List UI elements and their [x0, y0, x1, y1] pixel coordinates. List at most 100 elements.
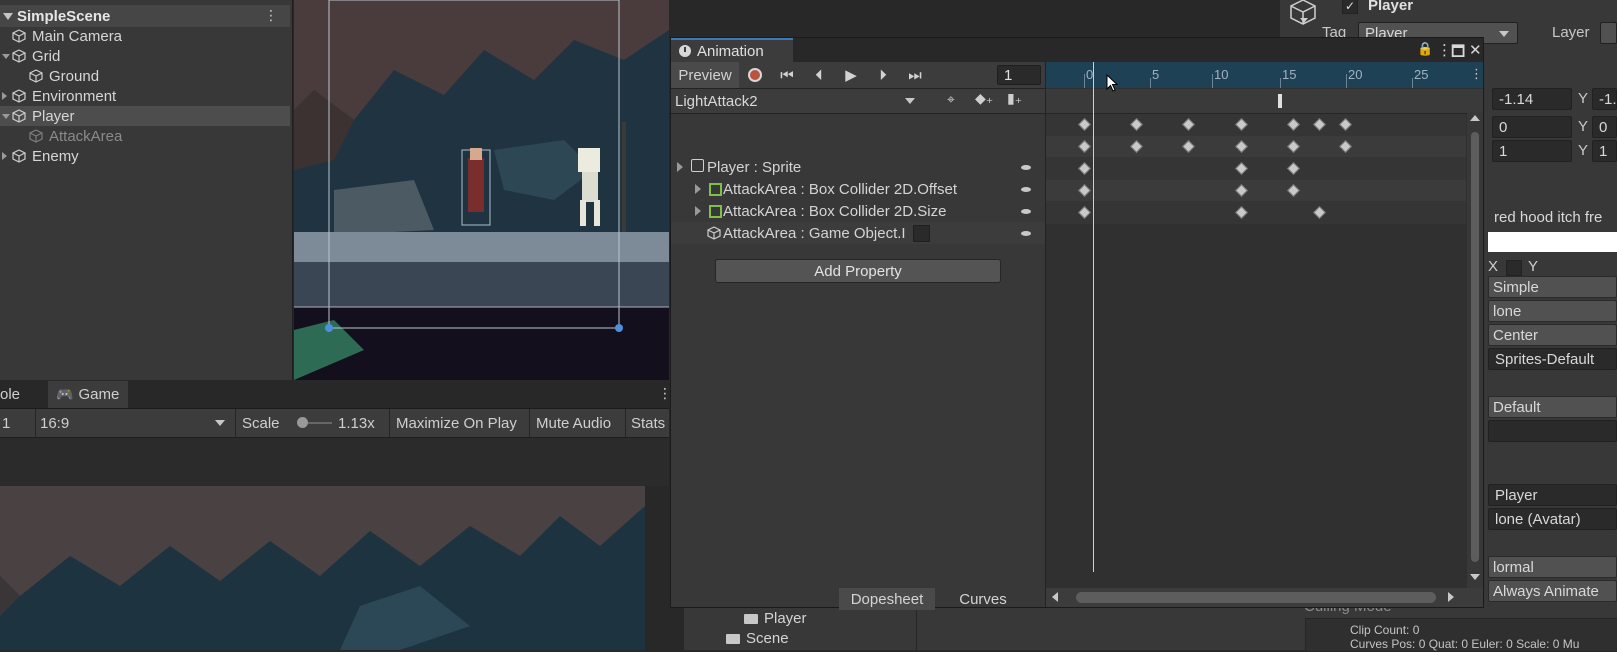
avatar-field[interactable]: lone (Avatar) — [1488, 508, 1617, 530]
tab-curves[interactable]: Curves — [935, 588, 1031, 610]
rotation-x-field[interactable]: 0 — [1492, 116, 1572, 138]
scale-x-field[interactable]: 1 — [1492, 140, 1572, 162]
expand-arrow-icon[interactable] — [695, 184, 701, 194]
object-name-field[interactable]: Player — [1368, 0, 1413, 14]
hierarchy-item-grid[interactable]: Grid — [2, 46, 60, 66]
last-keyframe-button[interactable]: ⏭ — [899, 62, 931, 88]
keyframe[interactable] — [1078, 118, 1091, 131]
property-row-gameobject-active[interactable]: AttackArea : Game Object.I — [671, 222, 1045, 244]
folder-item-scene[interactable]: Scene — [726, 630, 789, 647]
chevron-down-icon[interactable] — [1300, 18, 1308, 23]
menu-dots-icon[interactable]: ⋮ — [264, 7, 278, 24]
expand-arrow-icon[interactable] — [2, 114, 10, 119]
aspect-select[interactable]: 16:9 — [36, 409, 236, 437]
keyframe[interactable] — [1339, 140, 1352, 153]
keyframe[interactable] — [1313, 118, 1326, 131]
eye-icon[interactable] — [1021, 187, 1031, 192]
keyframe[interactable] — [1078, 140, 1091, 153]
keyframe[interactable] — [1235, 184, 1248, 197]
expand-arrow-icon[interactable] — [2, 54, 10, 59]
record-button[interactable] — [741, 62, 769, 88]
clip-select[interactable]: LightAttack2 — [673, 90, 923, 112]
lane-collider-size[interactable] — [1046, 180, 1466, 202]
hierarchy-item-ground[interactable]: Ground — [29, 66, 99, 86]
lane-player-sprite[interactable] — [1046, 136, 1466, 158]
animation-event-marker[interactable] — [1278, 94, 1282, 108]
material-field[interactable]: Sprites-Default — [1488, 348, 1617, 370]
scroll-up-icon[interactable] — [1470, 115, 1480, 121]
scrollbar-thumb[interactable] — [1076, 592, 1436, 603]
tab-animation[interactable]: Animation — [671, 38, 793, 62]
display-select[interactable]: 1 — [0, 409, 36, 437]
keyframe[interactable] — [1287, 140, 1300, 153]
collapse-arrow-icon[interactable] — [2, 152, 7, 160]
event-row[interactable] — [1046, 89, 1483, 114]
expand-arrow-icon[interactable] — [677, 162, 683, 172]
add-event-icon[interactable]: ▮₊ — [1007, 90, 1022, 107]
keyframe[interactable] — [1235, 118, 1248, 131]
filter-by-selection-icon[interactable]: ⌖ — [947, 91, 955, 108]
draw-mode-select[interactable]: Simple — [1488, 276, 1617, 298]
sprite-field[interactable]: red hood itch fre — [1488, 206, 1617, 228]
hierarchy-item-attackarea[interactable]: AttackArea — [29, 126, 122, 146]
keyframe[interactable] — [1235, 206, 1248, 219]
preview-button[interactable]: Preview — [671, 62, 739, 88]
keyframe[interactable] — [1078, 184, 1091, 197]
keyframe[interactable] — [1287, 162, 1300, 175]
keyframe[interactable] — [1182, 118, 1195, 131]
tab-dopesheet[interactable]: Dopesheet — [839, 588, 935, 610]
hierarchy-item-enemy[interactable]: Enemy — [2, 146, 79, 166]
property-row-collider-offset[interactable]: AttackArea : Box Collider 2D.Offset — [671, 178, 1045, 200]
hierarchy-item-player[interactable]: Player — [0, 106, 290, 126]
scale-y-field[interactable]: 1 — [1592, 140, 1617, 162]
keyframe[interactable] — [1078, 162, 1091, 175]
controller-field[interactable]: Player — [1488, 484, 1617, 506]
keyframe[interactable] — [1078, 206, 1091, 219]
rotation-y-field[interactable]: 0 — [1592, 116, 1617, 138]
culling-mode-select[interactable]: Always Animate — [1488, 580, 1617, 602]
keyframe[interactable] — [1130, 118, 1143, 131]
eye-icon[interactable] — [1021, 209, 1031, 214]
scene-view[interactable] — [294, 0, 669, 380]
hierarchy-item-main-camera[interactable]: Main Camera — [12, 26, 122, 46]
tab-game[interactable]: 🎮 Game — [48, 381, 128, 408]
active-value-checkbox[interactable] — [913, 225, 930, 242]
maximize-on-play-toggle[interactable]: Maximize On Play — [390, 409, 530, 437]
current-frame-field[interactable]: 1 — [997, 65, 1041, 85]
keyframe[interactable] — [1235, 162, 1248, 175]
eye-icon[interactable] — [1021, 165, 1031, 170]
lock-icon[interactable]: 🔒 — [1417, 41, 1433, 57]
summary-lane[interactable] — [1046, 114, 1466, 136]
keyframe[interactable] — [1235, 140, 1248, 153]
scale-slider[interactable]: Scale 1.13x — [236, 409, 390, 437]
eye-icon[interactable] — [1021, 231, 1031, 236]
expand-arrow-icon[interactable] — [3, 12, 13, 20]
scroll-down-icon[interactable] — [1470, 574, 1480, 580]
position-y-field[interactable]: -1.9 — [1592, 88, 1617, 110]
flip-y-checkbox[interactable] — [1506, 260, 1522, 276]
playhead[interactable] — [1093, 62, 1094, 572]
keyframe[interactable] — [1182, 140, 1195, 153]
scrollbar-thumb[interactable] — [1471, 132, 1479, 562]
first-keyframe-button[interactable]: ⏮ — [771, 62, 803, 88]
vertical-scrollbar[interactable] — [1467, 112, 1483, 588]
slider-thumb[interactable] — [297, 417, 308, 428]
next-keyframe-button[interactable]: ⏵ — [867, 62, 899, 88]
sort-point-select[interactable]: Center — [1488, 324, 1617, 346]
lane-gameobject-active[interactable] — [1046, 202, 1466, 224]
dopesheet-timeline[interactable]: 0 5 10 15 20 25 ⋮ — [1046, 62, 1483, 607]
stats-toggle[interactable]: Stats — [626, 409, 669, 437]
layer-select[interactable] — [1600, 22, 1617, 44]
active-checkbox[interactable]: ✓ — [1342, 0, 1358, 14]
expand-arrow-icon[interactable] — [695, 206, 701, 216]
scroll-right-icon[interactable] — [1448, 592, 1454, 602]
property-row-player-sprite[interactable]: Player : Sprite — [671, 156, 1045, 178]
menu-dots-icon[interactable]: ⋮ — [1470, 66, 1483, 82]
keyframe[interactable] — [1287, 184, 1300, 197]
close-icon[interactable]: ✕ — [1469, 41, 1482, 59]
update-mode-select[interactable]: lormal — [1488, 556, 1617, 578]
previous-keyframe-button[interactable]: ⏴ — [803, 62, 835, 88]
property-row-collider-size[interactable]: AttackArea : Box Collider 2D.Size — [671, 200, 1045, 222]
mask-interaction-select[interactable]: lone — [1488, 300, 1617, 322]
mute-audio-toggle[interactable]: Mute Audio — [530, 409, 626, 437]
